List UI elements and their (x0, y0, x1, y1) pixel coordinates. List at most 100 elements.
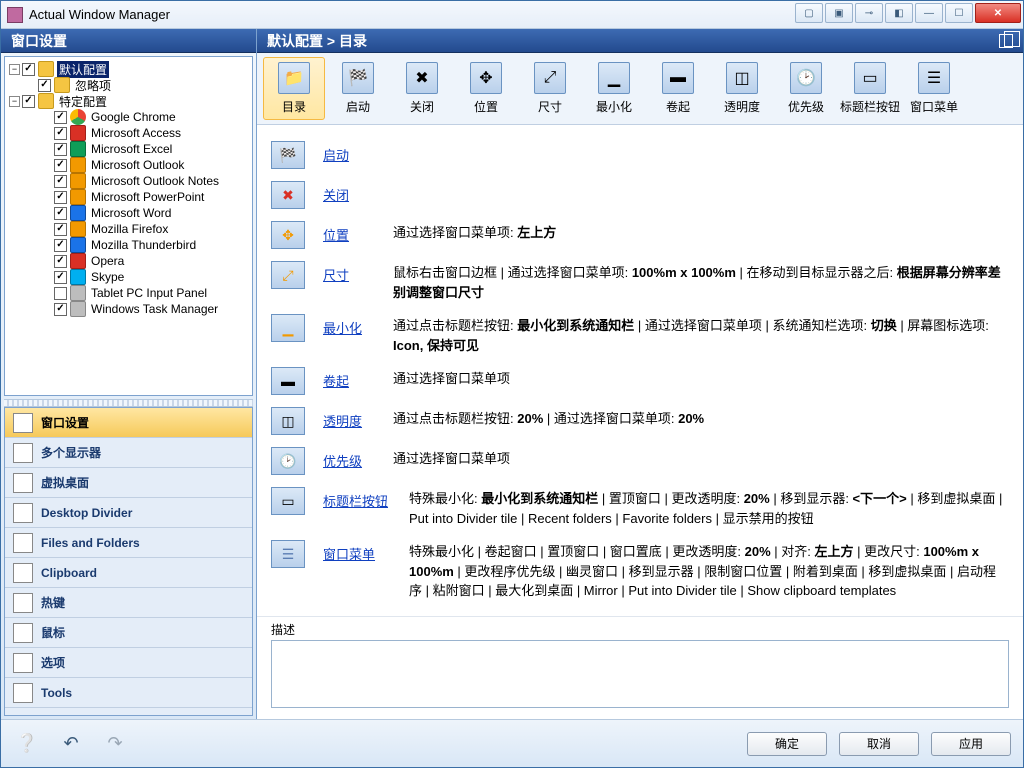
nav-item[interactable]: 鼠标 (5, 618, 252, 648)
help-icon[interactable]: ❔ (13, 730, 41, 758)
tree-item-app[interactable]: Microsoft Excel (7, 141, 250, 157)
sysbtn-extra4[interactable]: ◧ (885, 3, 913, 23)
nav-item[interactable]: 多个显示器 (5, 438, 252, 468)
duplicate-icon[interactable] (999, 34, 1013, 48)
tree-item-label[interactable]: Microsoft Outlook (89, 158, 186, 172)
toolbar-button[interactable]: ⤢尺寸 (519, 57, 581, 120)
tree-item-app[interactable]: Opera (7, 253, 250, 269)
tree-checkbox[interactable] (54, 223, 67, 236)
apply-button[interactable]: 应用 (931, 732, 1011, 756)
maximize-button[interactable]: ☐ (945, 3, 973, 23)
tree-item-label[interactable]: Google Chrome (89, 110, 178, 124)
tree-checkbox[interactable] (54, 143, 67, 156)
toolbar-button[interactable]: 🏁启动 (327, 57, 389, 120)
expand-toggle[interactable]: − (9, 64, 20, 75)
nav-item[interactable]: Files and Folders (5, 528, 252, 558)
config-tree[interactable]: − 默认配置 忽略项 − 特定配置 Google Chrom (4, 56, 253, 396)
tree-item-label[interactable]: Microsoft PowerPoint (89, 190, 206, 204)
tree-checkbox[interactable] (54, 303, 67, 316)
nav-item[interactable]: 热键 (5, 588, 252, 618)
tree-item-app[interactable]: Mozilla Firefox (7, 221, 250, 237)
nav-item[interactable]: Clipboard (5, 558, 252, 588)
tree-item-label[interactable]: Microsoft Excel (89, 142, 174, 156)
description-input[interactable] (271, 640, 1009, 708)
link-size[interactable]: 尺寸 (323, 261, 393, 284)
tree-checkbox[interactable] (22, 63, 35, 76)
nav-item[interactable]: Tools (5, 678, 252, 708)
ok-button[interactable]: 确定 (747, 732, 827, 756)
tree-item-app[interactable]: Microsoft Outlook (7, 157, 250, 173)
tree-item-app[interactable]: Windows Task Manager (7, 301, 250, 317)
link-startup[interactable]: 启动 (323, 141, 393, 164)
sysbtn-extra1[interactable]: ▢ (795, 3, 823, 23)
nav-item[interactable]: 虚拟桌面 (5, 468, 252, 498)
undo-icon[interactable]: ↶ (57, 730, 85, 758)
tree-item-label[interactable]: Tablet PC Input Panel (89, 286, 209, 300)
tree-checkbox[interactable] (54, 191, 67, 204)
link-minimize[interactable]: 最小化 (323, 314, 393, 337)
nav-label: Files and Folders (41, 536, 140, 550)
tree-checkbox[interactable] (54, 127, 67, 140)
toolbar-button[interactable]: ☰窗口菜单 (903, 57, 965, 120)
tree-item-specific-config[interactable]: 特定配置 (57, 93, 109, 110)
tree-item-ignore[interactable]: 忽略项 (73, 77, 113, 94)
sysbtn-extra3[interactable]: ⊸ (855, 3, 883, 23)
tree-checkbox[interactable] (54, 239, 67, 252)
tree-item-label[interactable]: Skype (89, 270, 126, 284)
toolbar-button[interactable]: 🕑优先级 (775, 57, 837, 120)
toolbar-button[interactable]: ▁最小化 (583, 57, 645, 120)
tree-checkbox[interactable] (54, 255, 67, 268)
splitter-grip[interactable] (4, 399, 253, 407)
toolbar-button[interactable]: ▬卷起 (647, 57, 709, 120)
tree-item-app[interactable]: Tablet PC Input Panel (7, 285, 250, 301)
tree-checkbox[interactable] (54, 111, 67, 124)
link-priority[interactable]: 优先级 (323, 447, 393, 470)
tree-item-app[interactable]: Microsoft Outlook Notes (7, 173, 250, 189)
tree-checkbox[interactable] (54, 159, 67, 172)
nav-item[interactable]: 选项 (5, 648, 252, 678)
cancel-button[interactable]: 取消 (839, 732, 919, 756)
toolbar-button[interactable]: ◫透明度 (711, 57, 773, 120)
tree-item-app[interactable]: Microsoft PowerPoint (7, 189, 250, 205)
link-transparency[interactable]: 透明度 (323, 407, 393, 430)
tree-item-app[interactable]: Mozilla Thunderbird (7, 237, 250, 253)
tree-checkbox[interactable] (54, 207, 67, 220)
tree-item-app[interactable]: Skype (7, 269, 250, 285)
toolbar-button[interactable]: ✥位置 (455, 57, 517, 120)
tree-item-label[interactable]: Opera (89, 254, 126, 268)
tree-checkbox[interactable] (38, 79, 51, 92)
tree-checkbox[interactable] (54, 287, 67, 300)
link-winmenu[interactable]: 窗口菜单 (323, 540, 409, 563)
nav-icon (13, 503, 33, 523)
titlebar[interactable]: Actual Window Manager ▢ ▣ ⊸ ◧ — ☐ ✕ (1, 1, 1023, 29)
tree-checkbox[interactable] (22, 95, 35, 108)
tree-item-label[interactable]: Microsoft Access (89, 126, 183, 140)
link-titlebtn[interactable]: 标题栏按钮 (323, 487, 409, 510)
tree-item-default-config[interactable]: 默认配置 (57, 61, 109, 78)
tree-item-label[interactable]: Windows Task Manager (89, 302, 220, 316)
nav-icon (13, 623, 33, 643)
toolbar-button[interactable]: 📁目录 (263, 57, 325, 120)
redo-icon[interactable]: ↷ (101, 730, 129, 758)
close-button[interactable]: ✕ (975, 3, 1021, 23)
minimize-button[interactable]: — (915, 3, 943, 23)
tree-item-app[interactable]: Microsoft Access (7, 125, 250, 141)
expand-toggle[interactable]: − (9, 96, 20, 107)
tree-item-app[interactable]: Google Chrome (7, 109, 250, 125)
toolbar-button[interactable]: ✖关闭 (391, 57, 453, 120)
nav-item[interactable]: 窗口设置 (5, 408, 252, 438)
tree-checkbox[interactable] (54, 175, 67, 188)
link-position[interactable]: 位置 (323, 221, 393, 244)
tree-item-label[interactable]: Microsoft Word (89, 206, 173, 220)
tree-checkbox[interactable] (54, 271, 67, 284)
nav-item[interactable]: Desktop Divider (5, 498, 252, 528)
sysbtn-extra2[interactable]: ▣ (825, 3, 853, 23)
tree-item-label[interactable]: Mozilla Thunderbird (89, 238, 198, 252)
link-close[interactable]: 关闭 (323, 181, 393, 204)
link-rollup[interactable]: 卷起 (323, 367, 393, 390)
tree-item-app[interactable]: Microsoft Word (7, 205, 250, 221)
tree-item-label[interactable]: Mozilla Firefox (89, 222, 170, 236)
toolbar-button[interactable]: ▭标题栏按钮 (839, 57, 901, 120)
desc-winmenu: 特殊最小化 | 卷起窗口 | 置顶窗口 | 窗口置底 | 更改透明度: 20% … (409, 540, 1009, 601)
tree-item-label[interactable]: Microsoft Outlook Notes (89, 174, 221, 188)
